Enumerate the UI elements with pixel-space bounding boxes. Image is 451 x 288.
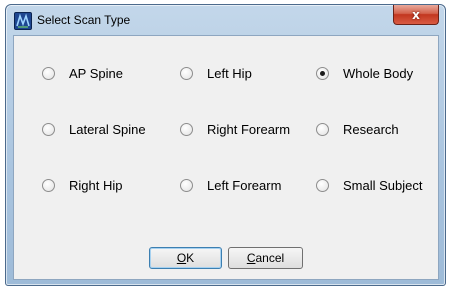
cancel-label: ancel — [255, 251, 285, 265]
radio-label: Left Forearm — [207, 177, 282, 193]
radio-ap-spine[interactable]: AP Spine — [42, 64, 123, 82]
radio-label: AP Spine — [69, 65, 123, 81]
radio-button-icon[interactable] — [316, 66, 329, 80]
radio-button-icon[interactable] — [42, 66, 55, 80]
radio-right-hip[interactable]: Right Hip — [42, 176, 122, 194]
radio-button-icon[interactable] — [42, 178, 55, 192]
ok-label: K — [186, 251, 195, 265]
cancel-button[interactable]: Cancel — [228, 247, 303, 269]
radio-left-hip[interactable]: Left Hip — [180, 64, 252, 82]
radio-label: Small Subject — [343, 177, 423, 193]
radio-button-icon[interactable] — [180, 66, 193, 80]
radio-label: Research — [343, 121, 399, 137]
radio-label: Left Hip — [207, 65, 252, 81]
app-icon — [14, 12, 32, 30]
dialog-title: Select Scan Type — [37, 13, 131, 27]
radio-research[interactable]: Research — [316, 120, 399, 138]
close-button[interactable]: x — [393, 5, 439, 25]
dialog-client-area: AP Spine Left Hip Whole Body Lateral Spi… — [13, 35, 439, 280]
radio-whole-body[interactable]: Whole Body — [316, 64, 413, 82]
radio-label: Lateral Spine — [69, 121, 146, 137]
radio-label: Right Hip — [69, 177, 123, 193]
title-bar[interactable]: Select Scan Type x — [6, 5, 445, 35]
radio-button-icon[interactable] — [42, 122, 55, 136]
dialog-window: Select Scan Type x AP Spine Left Hip Who… — [5, 4, 446, 286]
ok-accelerator: O — [176, 251, 187, 265]
radio-label: Whole Body — [343, 65, 414, 81]
radio-label: Right Forearm — [207, 121, 291, 137]
cancel-accelerator: C — [246, 251, 256, 265]
radio-button-icon[interactable] — [316, 178, 329, 192]
radio-button-icon[interactable] — [180, 122, 193, 136]
radio-button-icon[interactable] — [180, 178, 193, 192]
ok-button[interactable]: OK — [149, 247, 222, 269]
close-icon: x — [412, 7, 420, 22]
radio-small-subject[interactable]: Small Subject — [316, 176, 422, 194]
radio-button-icon[interactable] — [316, 122, 329, 136]
radio-lateral-spine[interactable]: Lateral Spine — [42, 120, 146, 138]
radio-right-forearm[interactable]: Right Forearm — [180, 120, 290, 138]
radio-left-forearm[interactable]: Left Forearm — [180, 176, 281, 194]
